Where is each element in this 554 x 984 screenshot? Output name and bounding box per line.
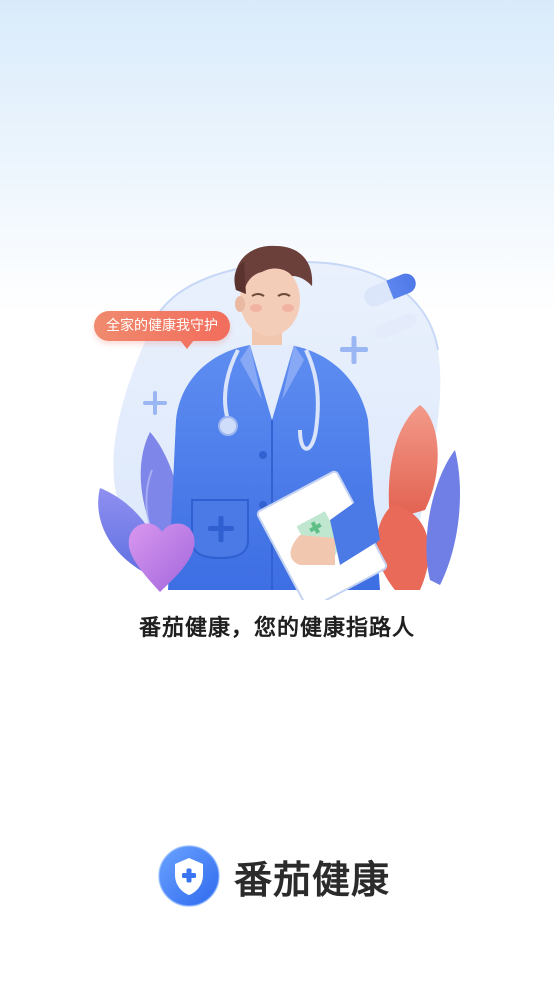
brand-footer: 番茄健康 (158, 844, 390, 908)
tagline: 番茄健康，您的健康指路人 (138, 616, 415, 641)
brand-name: 番茄健康 (234, 857, 391, 902)
doctor-illustration (98, 245, 460, 600)
splash-screen: 全家的健康我守护 番茄健康，您的健康指路人 番茄健康 (0, 0, 554, 984)
speech-bubble: 全家的健康我守护 (94, 311, 230, 349)
shield-plus-logo-icon (158, 845, 220, 907)
